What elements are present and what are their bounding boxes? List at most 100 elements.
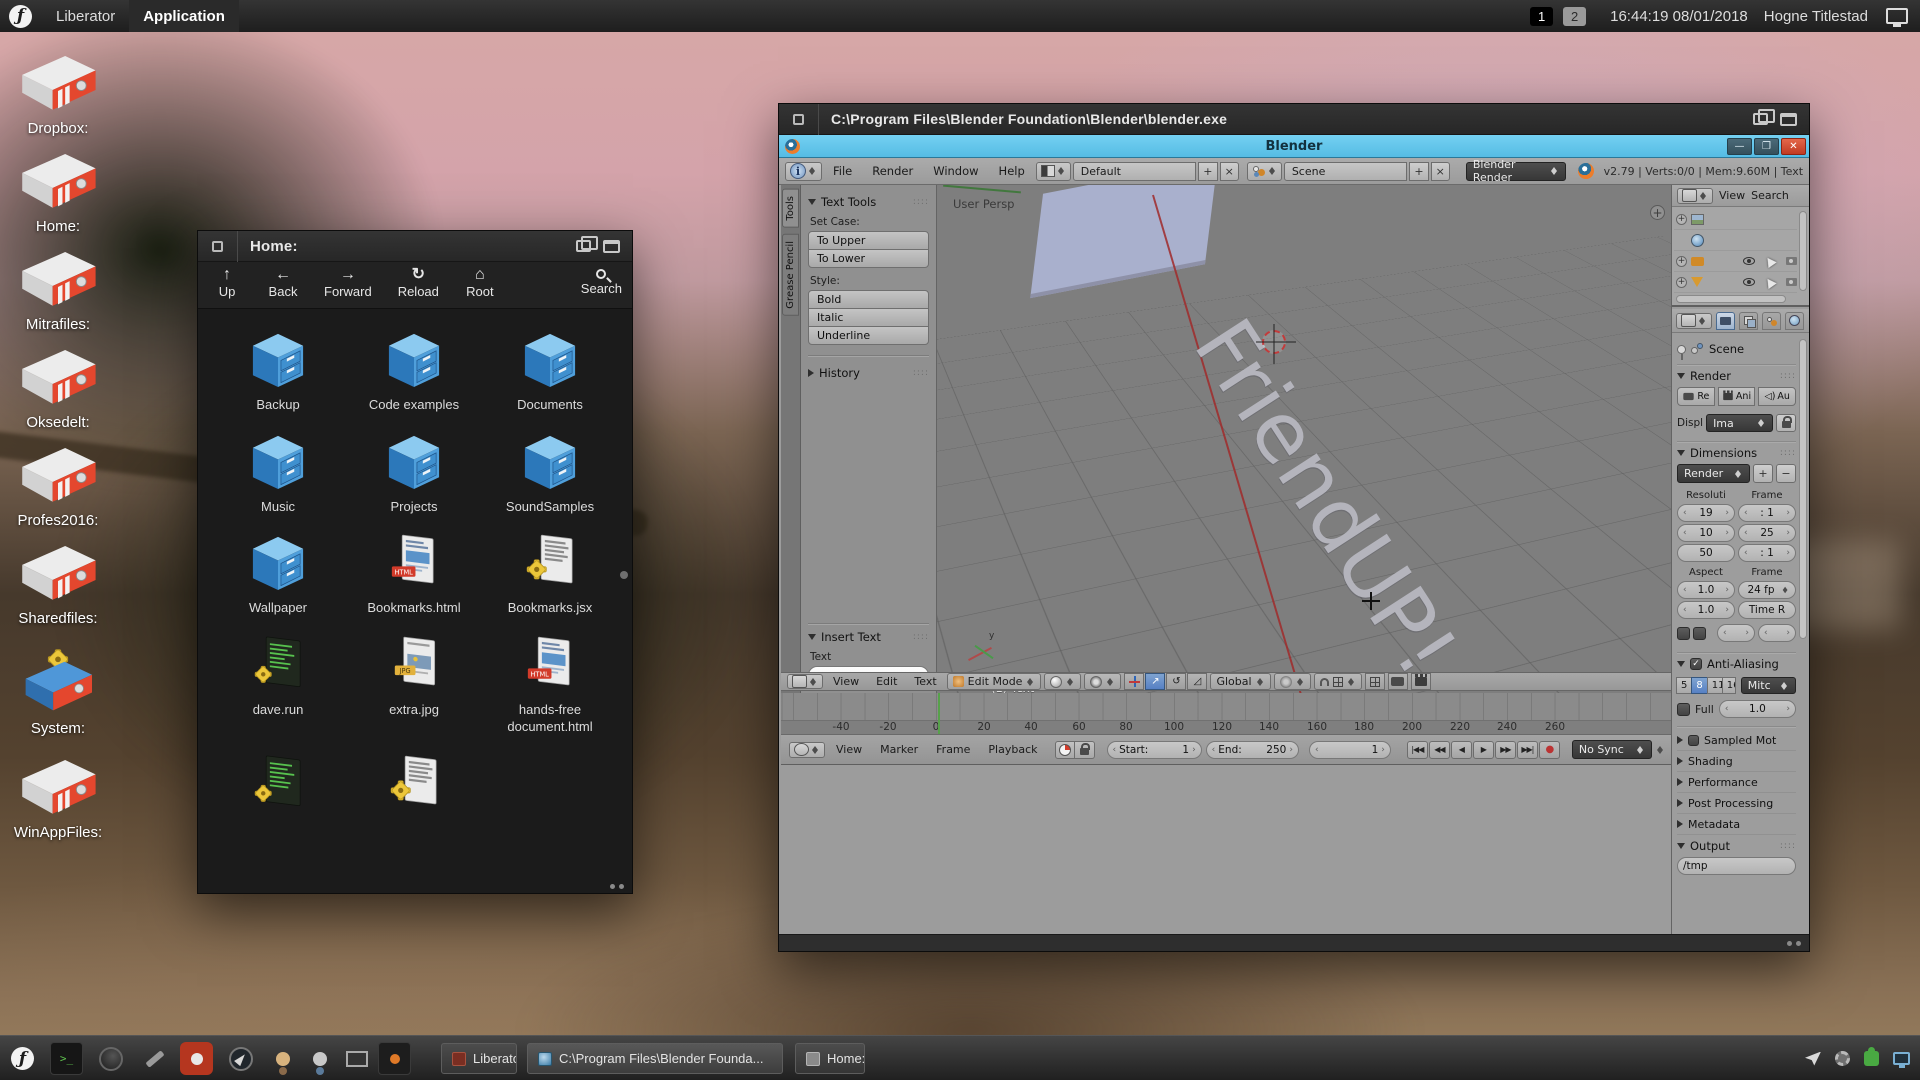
time-old-field[interactable]: ‹› xyxy=(1717,624,1755,642)
header-collapse-spinner[interactable] xyxy=(1656,743,1665,757)
aspect-y-field[interactable]: ‹1.0› xyxy=(1677,601,1735,619)
file-bookmarks-html[interactable]: HTMLBookmarks.html xyxy=(346,531,482,617)
workspace-2-badge[interactable]: 2 xyxy=(1563,7,1586,26)
current-frame-line[interactable] xyxy=(938,693,940,734)
menu-help[interactable]: Help xyxy=(990,164,1034,178)
render-audio-button[interactable]: ◁)Au xyxy=(1758,387,1796,406)
render-engine-dropdown[interactable]: Blender Render xyxy=(1466,162,1566,181)
editor-type-button[interactable]: i xyxy=(785,162,822,181)
editor-type-button[interactable] xyxy=(787,674,823,689)
snap-target-button[interactable] xyxy=(1365,673,1385,690)
renderable-camera-icon[interactable] xyxy=(1786,278,1797,286)
add-preset-button[interactable]: + xyxy=(1753,464,1773,483)
tab-scene[interactable] xyxy=(1762,312,1781,330)
performance-panel-header[interactable]: Performance xyxy=(1677,772,1796,793)
taskbar-user2-icon[interactable] xyxy=(303,1042,336,1075)
root-button[interactable]: ⌂ Root xyxy=(465,266,495,299)
render-still-button[interactable]: Re xyxy=(1677,387,1715,406)
desktop-icon-profes2016[interactable]: Profes2016: xyxy=(2,440,114,529)
opengl-anim-button[interactable] xyxy=(1411,673,1431,690)
border-checkbox[interactable] xyxy=(1677,627,1690,640)
editor-type-button[interactable] xyxy=(789,742,825,758)
window-maximize-icon[interactable] xyxy=(603,240,620,253)
reload-button[interactable]: ↻ Reload xyxy=(398,266,439,299)
visibility-eye-icon[interactable] xyxy=(1743,257,1755,265)
window-menu-icon[interactable] xyxy=(198,231,238,262)
text-menu[interactable]: Text xyxy=(907,675,943,688)
post-processing-panel-header[interactable]: Post Processing xyxy=(1677,793,1796,814)
menu-render[interactable]: Render xyxy=(863,164,922,178)
outliner-search-menu[interactable]: Search xyxy=(1751,189,1789,202)
aa-samples-11[interactable]: 11 xyxy=(1707,677,1723,694)
outliner-row-lamp[interactable]: + xyxy=(1674,272,1797,293)
panel-grip-icon[interactable]: :::: xyxy=(913,632,929,642)
taskbar-red-app-icon[interactable] xyxy=(180,1042,213,1075)
pin-icon[interactable] xyxy=(1677,345,1686,354)
file-backup[interactable]: Backup xyxy=(210,328,346,414)
resize-grip[interactable] xyxy=(610,884,624,889)
time-remap-field[interactable]: Time R xyxy=(1738,601,1796,619)
close-layout-button[interactable]: × xyxy=(1220,162,1239,181)
file-partial-2[interactable] xyxy=(346,752,482,814)
menu-application[interactable]: Application xyxy=(129,0,239,32)
resize-grip[interactable] xyxy=(1787,941,1801,946)
properties-scrollbar[interactable] xyxy=(1799,339,1807,639)
forward-button[interactable]: → Forward xyxy=(324,266,372,299)
desktop-icon-home[interactable]: Home: xyxy=(2,146,114,235)
tab-render[interactable] xyxy=(1716,312,1735,330)
orientation-dropdown[interactable]: Global xyxy=(1210,673,1270,690)
resolution-y-field[interactable]: ‹10› xyxy=(1677,524,1735,542)
pivot-dropdown[interactable] xyxy=(1084,673,1121,690)
start-frame-field[interactable]: ‹Start: 1› xyxy=(1107,741,1202,759)
home-titlebar[interactable]: Home: xyxy=(198,231,632,262)
to-lower-button[interactable]: To Lower xyxy=(808,249,929,268)
viewport-3d[interactable]: FriendUP! User Persp y (1) Text + xyxy=(937,185,1671,703)
to-upper-button[interactable]: To Upper xyxy=(808,231,929,250)
render-panel-header[interactable]: Render:::: xyxy=(1677,369,1796,383)
timeline-playback-menu[interactable]: Playback xyxy=(981,743,1044,756)
editor-type-button[interactable] xyxy=(1676,313,1712,329)
taskbar-user-icon[interactable] xyxy=(266,1042,299,1075)
plugin-puzzle-icon[interactable] xyxy=(1864,1051,1879,1066)
frame-step-field[interactable]: ‹: 1› xyxy=(1738,544,1796,562)
sampled-motion-panel-header[interactable]: Sampled Mot xyxy=(1677,730,1796,751)
remove-preset-button[interactable]: − xyxy=(1776,464,1796,483)
file-handsfree-html[interactable]: HTMLhands-free document.html xyxy=(482,633,618,736)
manipulator-axes-button[interactable] xyxy=(1124,673,1144,690)
play-button[interactable]: ▶ xyxy=(1473,741,1494,759)
file-projects[interactable]: Projects xyxy=(346,430,482,516)
close-button[interactable]: ✕ xyxy=(1781,138,1806,155)
blender-wrapper-titlebar[interactable]: C:\Program Files\Blender Foundation\Blen… xyxy=(779,104,1809,135)
file-soundsamples[interactable]: SoundSamples xyxy=(482,430,618,516)
panel-grip-icon[interactable]: :::: xyxy=(913,197,929,207)
scrollbar-handle[interactable] xyxy=(620,571,628,579)
desktop-icon-dropbox[interactable]: Dropbox: xyxy=(2,48,114,137)
settings-gear-icon[interactable] xyxy=(1835,1051,1850,1066)
search-button[interactable]: Search xyxy=(581,266,622,296)
selectable-cursor-icon[interactable] xyxy=(1763,254,1776,267)
jump-prev-keyframe-button[interactable]: ◀◀ xyxy=(1429,741,1450,759)
desktop-icon-mitrafiles[interactable]: Mitrafiles: xyxy=(2,244,114,333)
snap-dropdown[interactable] xyxy=(1314,673,1362,690)
translate-manipulator-button[interactable]: ↗ xyxy=(1145,673,1165,690)
frame-start-field[interactable]: ‹: 1› xyxy=(1738,504,1796,522)
view-menu[interactable]: View xyxy=(826,675,866,688)
jump-to-end-button[interactable]: ▶▶| xyxy=(1517,741,1538,759)
minimize-button[interactable]: — xyxy=(1727,138,1752,155)
screen-layout-field[interactable]: Default xyxy=(1073,162,1196,181)
taskbar-compass-icon[interactable] xyxy=(224,1042,257,1075)
dimensions-panel-header[interactable]: Dimensions:::: xyxy=(1677,446,1796,460)
outliner-vscrollbar[interactable] xyxy=(1799,211,1807,291)
taskbar-button-liberator[interactable]: Liberator xyxy=(441,1043,517,1074)
antialiasing-panel-header[interactable]: ✓ Anti-Aliasing xyxy=(1677,657,1796,671)
expand-icon[interactable]: + xyxy=(1676,277,1687,288)
workspace-1-badge[interactable]: 1 xyxy=(1530,7,1553,26)
cursor-3d-icon[interactable] xyxy=(1262,330,1286,354)
display-dropdown[interactable]: Ima xyxy=(1706,414,1773,432)
aspect-x-field[interactable]: ‹1.0› xyxy=(1677,581,1735,599)
renderable-camera-icon[interactable] xyxy=(1786,257,1797,265)
shading-panel-header[interactable]: Shading xyxy=(1677,751,1796,772)
window-duplicate-icon[interactable] xyxy=(1753,113,1768,125)
mode-dropdown[interactable]: Edit Mode xyxy=(947,673,1042,690)
menu-file[interactable]: File xyxy=(824,164,861,178)
